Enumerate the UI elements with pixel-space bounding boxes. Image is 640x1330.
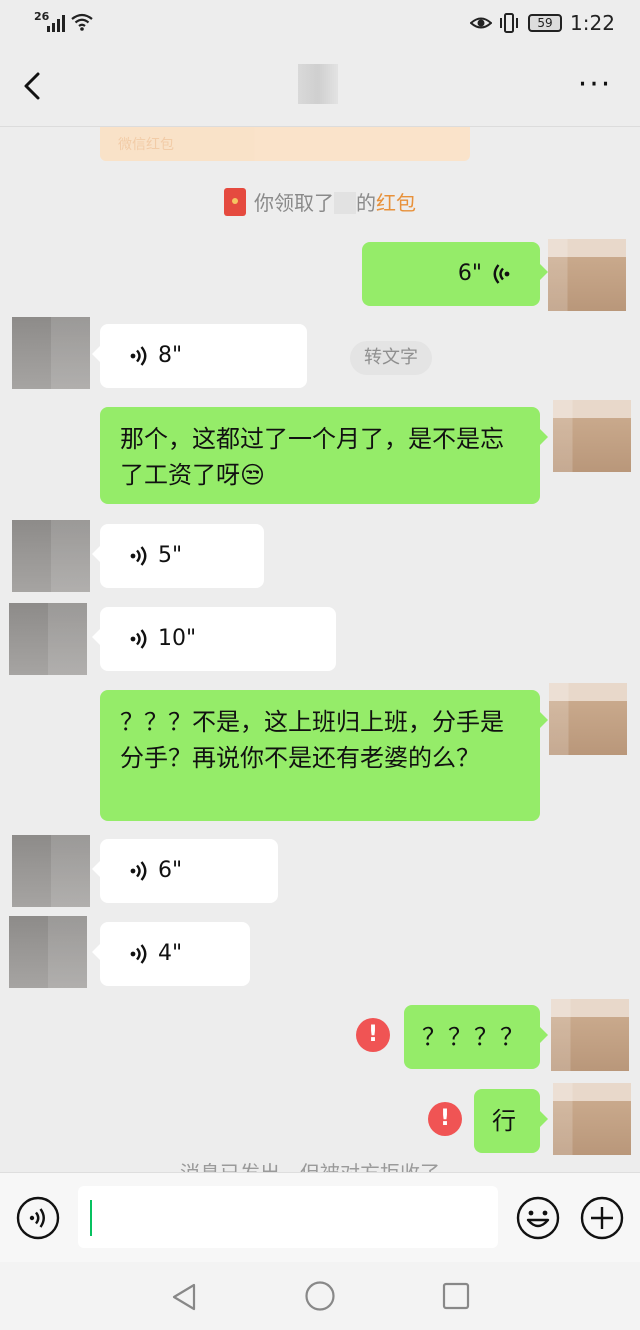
voice-icon [130, 861, 147, 881]
contact-avatar[interactable] [12, 835, 90, 907]
chat-title-blurred [298, 64, 338, 104]
rejected-notice: 消息已发出，但被对方拒收了。 [0, 1157, 640, 1172]
eye-comfort-icon [470, 17, 492, 29]
voice-icon [130, 944, 147, 964]
clock: 1:22 [570, 11, 615, 35]
voice-duration: 10" [158, 626, 197, 651]
text-message[interactable]: ？？？？ [404, 1005, 548, 1069]
vibrate-icon [500, 13, 518, 33]
voice-message[interactable]: 6" [92, 839, 278, 903]
voice-duration: 8" [158, 343, 183, 368]
contact-avatar[interactable] [12, 317, 90, 389]
wifi-icon [71, 13, 93, 31]
system-message-highlight[interactable]: 红包 [376, 191, 416, 215]
red-packet-card[interactable]: 微信红包 [100, 127, 470, 161]
contact-avatar[interactable] [9, 916, 87, 988]
voice-duration: 6" [457, 261, 482, 286]
system-message: 你领取了 的红包 [0, 187, 640, 216]
emoji-icon[interactable] [516, 1196, 560, 1240]
system-message-suffix: 的 [356, 191, 376, 215]
contact-avatar[interactable] [9, 603, 87, 675]
nav-recent-apps-icon[interactable] [442, 1282, 470, 1310]
message-list[interactable]: 微信红包 你领取了 的红包 6" 8" 转文字 那个，这都过了一个月了，是不是忘… [0, 127, 640, 1172]
voice-message[interactable]: 4" [92, 922, 250, 986]
contact-avatar[interactable] [12, 520, 90, 592]
my-avatar[interactable] [553, 400, 631, 472]
battery-indicator: 59 [528, 14, 562, 32]
voice-message[interactable]: 6" [362, 242, 548, 306]
red-packet-label: 微信红包 [118, 137, 174, 153]
my-avatar[interactable] [551, 999, 629, 1071]
red-packet-icon [224, 188, 246, 216]
my-avatar[interactable] [549, 683, 627, 755]
send-failed-icon[interactable]: ! [356, 1018, 390, 1052]
voice-message[interactable]: 10" [92, 607, 336, 671]
voice-duration: 5" [158, 543, 183, 568]
nav-home-icon[interactable] [304, 1280, 336, 1312]
voice-input-icon[interactable] [16, 1196, 60, 1240]
voice-message[interactable]: 5" [92, 524, 264, 588]
voice-icon [130, 546, 147, 566]
my-avatar[interactable] [553, 1083, 631, 1155]
text-message[interactable]: 那个，这都过了一个月了，是不是忘了工资了呀😒 [100, 407, 548, 504]
text-message[interactable]: ？？？不是，这上班归上班，分手是分手？再说你不是还有老婆的么？ [100, 690, 548, 821]
text-cursor [90, 1200, 92, 1236]
more-options-button[interactable]: ··· [570, 70, 620, 106]
text-message[interactable]: 行 [474, 1089, 548, 1153]
signal-icon [47, 15, 65, 32]
plus-icon[interactable] [580, 1196, 624, 1240]
my-avatar[interactable] [548, 239, 626, 311]
convert-to-text-button[interactable]: 转文字 [350, 341, 432, 375]
voice-duration: 4" [158, 941, 183, 966]
voice-duration: 6" [158, 858, 183, 883]
voice-icon [130, 346, 147, 366]
sender-name-blurred [334, 192, 356, 214]
send-failed-icon[interactable]: ! [428, 1102, 462, 1136]
system-message-prefix: 你领取了 [254, 191, 334, 215]
back-button[interactable] [14, 62, 54, 110]
voice-playing-icon [493, 264, 510, 284]
nav-back-icon[interactable] [170, 1282, 198, 1312]
voice-icon [130, 629, 147, 649]
voice-message[interactable]: 8" [92, 324, 307, 388]
message-input[interactable] [78, 1186, 498, 1248]
